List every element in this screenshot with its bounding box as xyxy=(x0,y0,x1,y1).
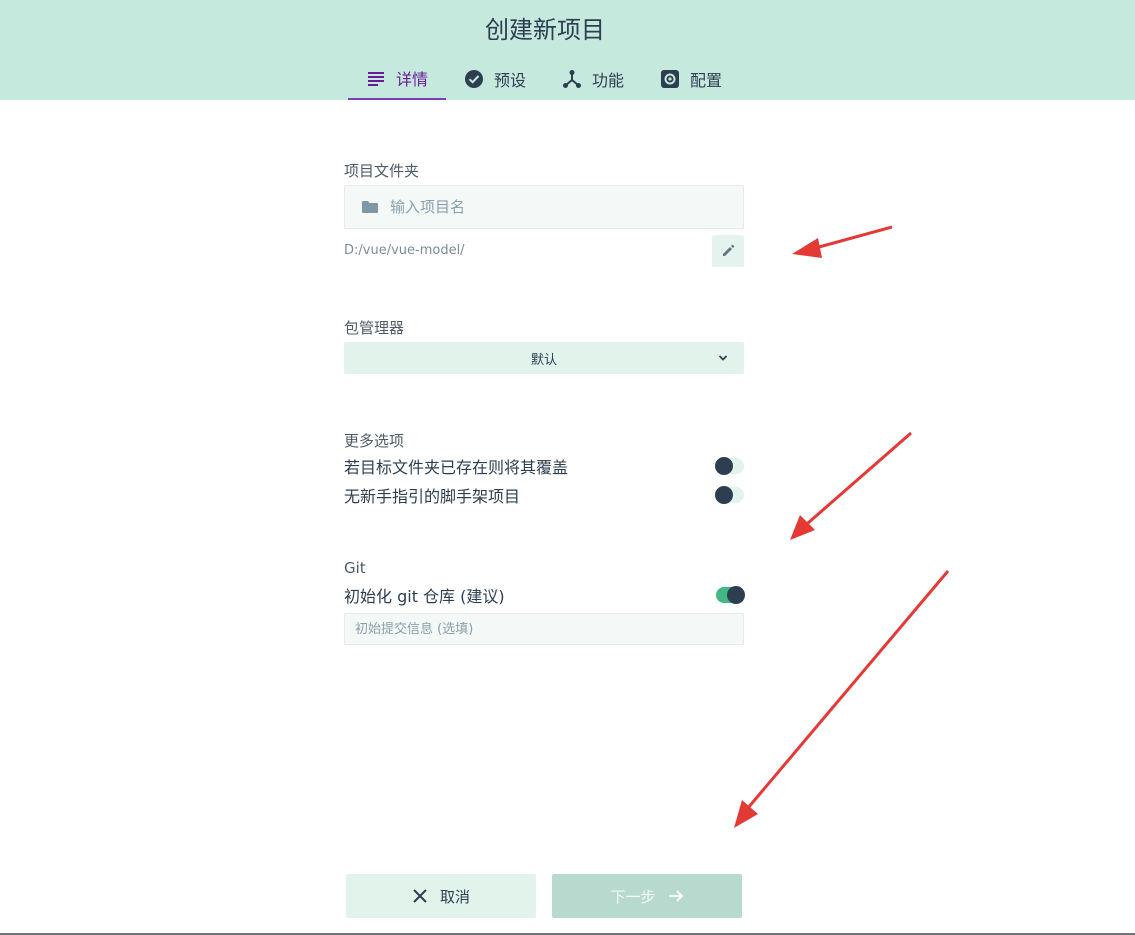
branch-icon xyxy=(562,70,581,88)
option-no-guide-label: 无新手指引的脚手架项目 xyxy=(344,487,521,506)
tab-presets[interactable]: 预设 xyxy=(446,58,544,100)
commit-message-field[interactable] xyxy=(344,613,744,645)
app-header: 创建新项目 详情 预设 功能 配置 xyxy=(0,0,1135,100)
pencil-icon xyxy=(723,244,735,256)
tab-presets-label: 预设 xyxy=(493,71,526,90)
annotation-arrow xyxy=(790,431,912,540)
chevron-down-icon xyxy=(718,355,728,361)
project-name-field[interactable] xyxy=(344,185,744,229)
package-manager-select[interactable]: 默认 xyxy=(344,342,744,374)
annotation-arrow xyxy=(734,570,950,828)
option-no-guide: 无新手指引的脚手架项目 xyxy=(344,484,744,506)
tab-details-label: 详情 xyxy=(395,70,428,89)
git-label: Git xyxy=(344,559,366,577)
package-manager-value: 默认 xyxy=(530,352,557,368)
list-icon xyxy=(367,72,384,86)
project-name-input[interactable] xyxy=(390,198,710,216)
next-button-label: 下一步 xyxy=(610,887,656,906)
cancel-button-label: 取消 xyxy=(439,887,470,906)
overwrite-toggle[interactable] xyxy=(715,457,744,475)
package-manager-label: 包管理器 xyxy=(344,319,405,337)
option-git-init: 初始化 git 仓库 (建议) xyxy=(344,584,745,606)
annotation-arrow xyxy=(792,225,893,258)
gear-icon xyxy=(660,70,679,88)
edit-path-button[interactable] xyxy=(712,235,744,267)
more-options-label: 更多选项 xyxy=(344,432,405,450)
project-path: D:/vue/vue-model/ xyxy=(344,243,465,258)
git-init-label: 初始化 git 仓库 (建议) xyxy=(344,587,505,606)
option-overwrite: 若目标文件夹已存在则将其覆盖 xyxy=(344,455,744,477)
tab-bar: 详情 预设 功能 配置 xyxy=(348,58,740,100)
page-title: 创建新项目 xyxy=(485,16,605,44)
check-circle-icon xyxy=(464,70,483,88)
cancel-button[interactable]: 取消 xyxy=(346,874,536,918)
tab-details[interactable]: 详情 xyxy=(348,58,446,100)
tab-features-label: 功能 xyxy=(591,71,624,90)
tab-features[interactable]: 功能 xyxy=(544,58,642,100)
arrow-right-icon xyxy=(668,890,683,902)
commit-message-input[interactable] xyxy=(355,621,735,637)
close-icon xyxy=(413,889,427,903)
git-init-toggle[interactable] xyxy=(716,586,745,604)
option-overwrite-label: 若目标文件夹已存在则将其覆盖 xyxy=(344,458,569,477)
project-folder-label: 项目文件夹 xyxy=(344,162,420,180)
tab-config-label: 配置 xyxy=(689,71,722,90)
tab-config[interactable]: 配置 xyxy=(642,58,740,100)
no-guide-toggle[interactable] xyxy=(715,486,744,504)
next-button[interactable]: 下一步 xyxy=(552,874,742,918)
folder-icon xyxy=(362,201,378,213)
